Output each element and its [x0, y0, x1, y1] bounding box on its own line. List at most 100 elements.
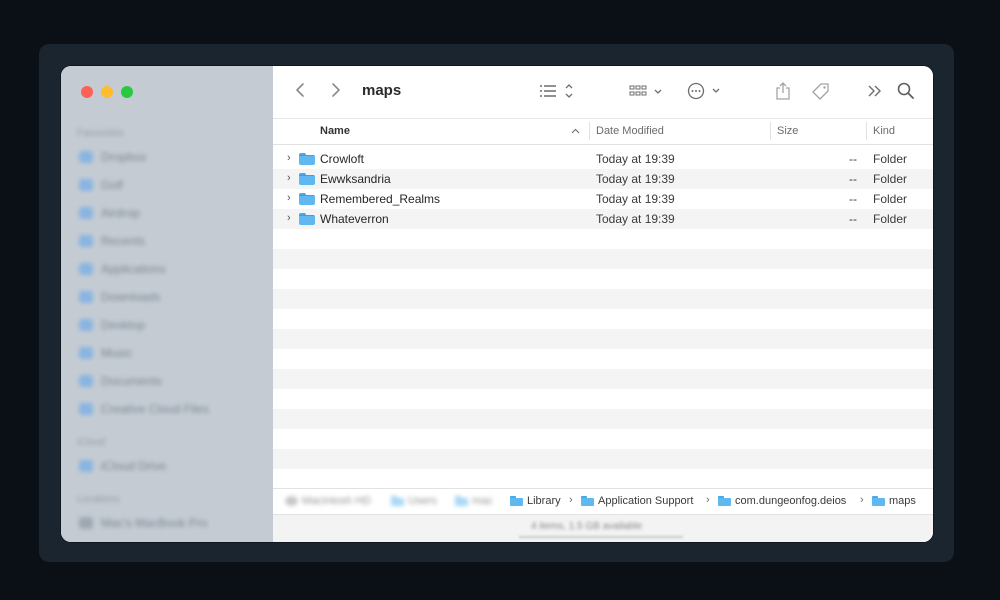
sidebar-item-creative-cloud[interactable]: Creative Cloud Files [61, 395, 273, 423]
table-row[interactable]: › Ewwksandria Today at 19:39 -- Folder [273, 169, 933, 189]
folder-icon [79, 151, 93, 163]
empty-row [273, 369, 933, 389]
column-name[interactable]: Name [320, 125, 350, 137]
file-date: Today at 19:39 [596, 172, 675, 186]
sort-chevron-icon [571, 128, 580, 134]
path-crumb-maps[interactable]: maps [872, 495, 916, 507]
sidebar-item-label: Mac's MacBook Pro [101, 516, 208, 530]
column-date[interactable]: Date Modified [596, 125, 664, 137]
empty-row [273, 269, 933, 289]
disclosure-chevron-icon[interactable]: › [287, 192, 291, 204]
search-button[interactable] [897, 82, 915, 105]
column-size[interactable]: Size [777, 125, 798, 137]
disclosure-chevron-icon[interactable]: › [287, 172, 291, 184]
sidebar-section-label: iCloud [77, 437, 106, 448]
forward-button[interactable] [331, 82, 341, 103]
path-crumb-app-support[interactable]: Application Support [581, 495, 693, 507]
sidebar-item-dropbox[interactable]: Dropbox [61, 143, 273, 171]
file-size: -- [849, 152, 857, 166]
path-crumb-dungeonfog[interactable]: com.dungeonfog.deios [718, 495, 846, 507]
empty-row [273, 229, 933, 249]
disclosure-chevron-icon[interactable]: › [287, 212, 291, 224]
file-kind: Folder [873, 152, 908, 166]
clock-icon [79, 235, 93, 247]
close-button[interactable] [81, 86, 93, 98]
folder-icon [391, 496, 404, 506]
sidebar-item-golf[interactable]: Golf [61, 171, 273, 199]
tag-button[interactable] [810, 81, 832, 106]
group-button[interactable] [629, 83, 665, 104]
file-name: Crowloft [320, 152, 365, 166]
sidebar-item-airdrop[interactable]: Airdrop [61, 199, 273, 227]
sidebar-section-label: Favourites [77, 128, 124, 139]
share-icon [776, 82, 790, 100]
cloud-icon [79, 460, 93, 472]
path-crumb-label: mac [472, 495, 493, 507]
file-kind: Folder [873, 212, 908, 226]
toolbar: maps [273, 66, 933, 119]
folder-icon [872, 496, 885, 506]
folder-icon [299, 173, 315, 185]
empty-row [273, 449, 933, 469]
zoom-button[interactable] [121, 86, 133, 98]
path-crumb-label: Macintosh HD [302, 495, 372, 507]
desktop-icon [79, 319, 93, 331]
column-divider[interactable] [589, 122, 590, 140]
more-button[interactable] [867, 83, 883, 104]
path-crumb-home[interactable]: mac [455, 495, 493, 507]
table-row[interactable]: › Whateverron Today at 19:39 -- Folder [273, 209, 933, 229]
file-kind: Folder [873, 172, 908, 186]
file-size: -- [849, 212, 857, 226]
folder-icon [299, 153, 315, 165]
folder-icon [581, 496, 594, 506]
sidebar-item-icloud-drive[interactable]: iCloud Drive [61, 452, 273, 480]
status-divider [519, 536, 683, 538]
music-icon [79, 347, 93, 359]
sidebar-item-applications[interactable]: Applications [61, 255, 273, 283]
sidebar-item-music[interactable]: Music [61, 339, 273, 367]
sidebar-item-label: Music [101, 346, 133, 360]
path-crumb-label: Application Support [598, 495, 694, 507]
status-text: 4 items, 1.5 GB available [531, 521, 643, 532]
path-bar: Macintosh HD Users mac Library › Applica… [273, 488, 933, 513]
table-row[interactable]: › Remembered_Realms Today at 19:39 -- Fo… [273, 189, 933, 209]
column-divider[interactable] [866, 122, 867, 140]
back-button[interactable] [295, 82, 305, 103]
share-button[interactable] [775, 81, 791, 106]
disclosure-chevron-icon[interactable]: › [287, 152, 291, 164]
path-crumb-users[interactable]: Users [391, 495, 437, 507]
sidebar-item-label: Documents [101, 374, 162, 388]
file-name: Ewwksandria [320, 172, 391, 186]
table-row[interactable]: › Crowloft Today at 19:39 -- Folder [273, 149, 933, 169]
sidebar-item-label: Creative Cloud Files [101, 402, 210, 416]
sidebar-item-documents[interactable]: Documents [61, 367, 273, 395]
minimize-button[interactable] [101, 86, 113, 98]
sidebar-item-label: Applications [101, 262, 166, 276]
empty-row [273, 429, 933, 449]
file-size: -- [849, 192, 857, 206]
column-divider[interactable] [770, 122, 771, 140]
sidebar-item-macbook[interactable]: Mac's MacBook Pro [61, 509, 273, 537]
empty-row [273, 309, 933, 329]
file-size: -- [849, 172, 857, 186]
list-view-icon [540, 84, 573, 98]
action-button[interactable] [687, 82, 723, 105]
document-icon [79, 375, 93, 387]
folder-icon [718, 496, 731, 506]
sidebar-item-desktop[interactable]: Desktop [61, 311, 273, 339]
column-kind[interactable]: Kind [873, 125, 895, 137]
path-crumb-label: com.dungeonfog.deios [735, 495, 847, 507]
home-icon [455, 496, 468, 506]
sidebar-item-label: Downloads [101, 290, 161, 304]
path-crumb-library[interactable]: Library [510, 495, 561, 507]
sidebar-item-recents[interactable]: Recents [61, 227, 273, 255]
path-crumb-disk[interactable]: Macintosh HD [285, 495, 371, 507]
folder-icon [299, 193, 315, 205]
sidebar-item-downloads[interactable]: Downloads [61, 283, 273, 311]
tag-icon [812, 83, 829, 100]
path-crumb-label: maps [889, 495, 916, 507]
sidebar: Favourites Dropbox Golf Airdrop Recents … [61, 66, 273, 542]
chevron-left-icon [296, 83, 304, 97]
view-options-button[interactable] [539, 83, 575, 104]
disk-icon [285, 496, 298, 506]
